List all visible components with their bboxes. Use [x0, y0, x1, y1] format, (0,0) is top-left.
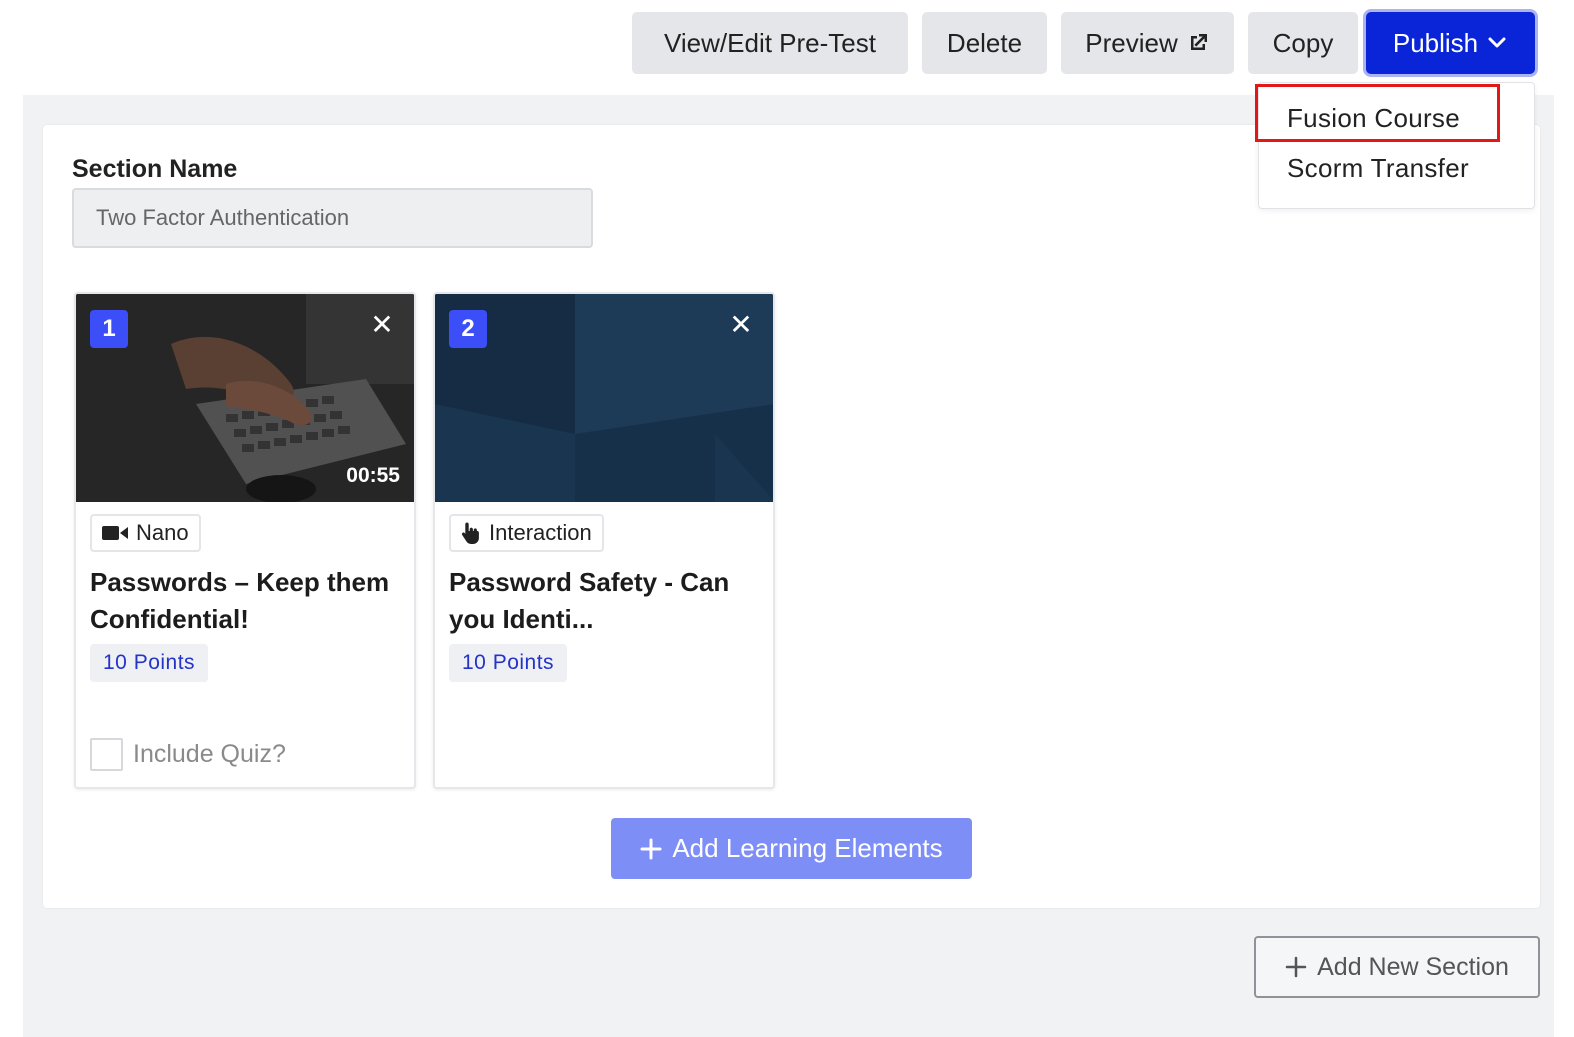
preview-label: Preview — [1085, 27, 1178, 58]
add-new-section-button[interactable]: Add New Section — [1254, 936, 1540, 998]
element-number-badge: 1 — [90, 310, 128, 348]
menu-item-fusion-course[interactable]: Fusion Course — [1287, 103, 1460, 134]
points-badge: 10 Points — [90, 644, 209, 682]
section-name-input[interactable] — [72, 188, 593, 248]
element-type-label: Interaction — [489, 520, 592, 545]
video-duration: 00:55 — [346, 464, 400, 487]
include-quiz-label: Include Quiz? — [133, 740, 286, 768]
element-number-badge: 2 — [449, 310, 487, 348]
section-name-label: Section Name — [72, 155, 238, 183]
toolbar: View/Edit Pre-Test Delete Preview Copy P… — [0, 12, 1574, 74]
copy-label: Copy — [1272, 27, 1334, 58]
points-badge: 10 Points — [449, 644, 568, 682]
close-icon[interactable]: ✕ — [370, 309, 394, 340]
plus-icon — [1285, 956, 1307, 978]
publish-button[interactable]: Publish — [1366, 12, 1535, 74]
chevron-down-icon — [1488, 37, 1506, 48]
add-new-section-label: Add New Section — [1317, 952, 1509, 981]
view-edit-pretest-button[interactable]: View/Edit Pre-Test — [632, 12, 908, 74]
element-title: Password Safety - Can you Identi... — [449, 567, 730, 634]
view-edit-pretest-label: View/Edit Pre-Test — [664, 27, 876, 58]
element-type-badge: Nano — [90, 514, 201, 552]
preview-button[interactable]: Preview — [1061, 12, 1234, 74]
delete-button[interactable]: Delete — [922, 12, 1047, 74]
menu-item-scorm-transfer[interactable]: Scorm Transfer — [1287, 153, 1469, 184]
delete-label: Delete — [946, 27, 1023, 58]
plus-icon — [640, 838, 662, 859]
learning-element-card[interactable]: 1 ✕ 00:55 Nano Passwords – Keep them Con… — [74, 292, 416, 789]
element-type-label: Nano — [136, 520, 189, 545]
include-quiz-option[interactable]: Include Quiz? — [90, 738, 286, 771]
video-thumbnail: 1 ✕ 00:55 — [76, 294, 414, 502]
add-learning-elements-label: Add Learning Elements — [672, 833, 943, 863]
publish-label: Publish — [1392, 27, 1479, 58]
video-camera-icon — [102, 526, 128, 540]
element-type-badge: Interaction — [449, 514, 604, 552]
close-icon[interactable]: ✕ — [729, 309, 753, 340]
copy-button[interactable]: Copy — [1248, 12, 1358, 74]
external-link-icon — [1190, 34, 1207, 50]
interaction-thumbnail: 2 ✕ — [435, 294, 773, 502]
element-title: Passwords – Keep them Confidential! — [90, 567, 390, 634]
include-quiz-checkbox[interactable] — [90, 738, 123, 771]
learning-element-card[interactable]: 2 ✕ Interaction Password Safety - Can yo… — [433, 292, 775, 789]
add-learning-elements-button[interactable]: Add Learning Elements — [611, 818, 972, 879]
pointer-hand-icon — [461, 522, 479, 544]
publish-dropdown-menu: Fusion Course Scorm Transfer — [1258, 82, 1535, 209]
